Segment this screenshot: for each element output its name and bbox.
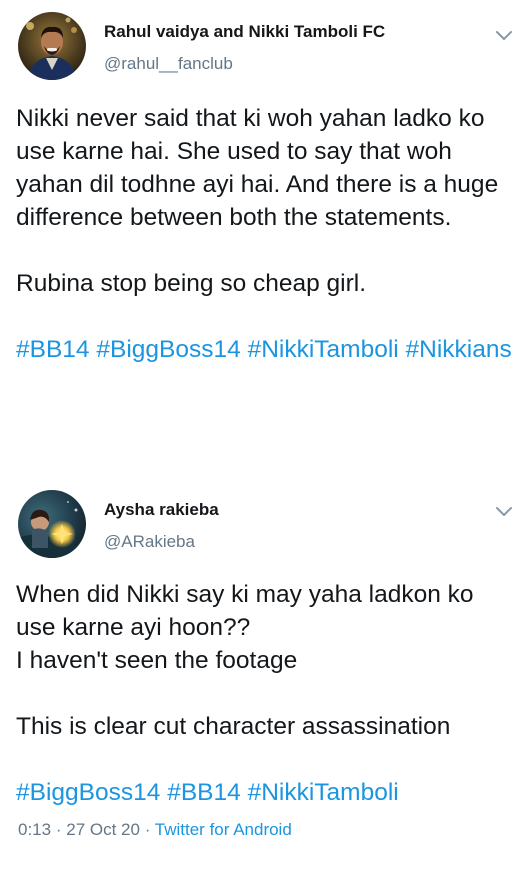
user-handle[interactable]: @ARakieba (104, 532, 195, 552)
meta-separator: · (55, 820, 62, 839)
hashtag-link[interactable]: #BiggBoss14 (16, 779, 160, 806)
tweet-time[interactable]: 0:13 (18, 820, 51, 839)
hashtag-link[interactable]: #BB14 (16, 336, 90, 363)
chevron-down-icon[interactable] (495, 506, 513, 518)
tweet-paragraph: This is clear cut character assassinatio… (16, 713, 451, 740)
tweet-paragraph: Nikki never said that ki woh yahan ladko… (16, 105, 499, 231)
hashtag-link[interactable]: #NikkiTamboli (248, 779, 399, 806)
display-name[interactable]: Rahul vaidya and Nikki Tamboli FC (104, 22, 385, 42)
hashtag-link[interactable]: #BB14 (167, 779, 241, 806)
hashtag-link[interactable]: #NikkiTamboli (248, 336, 399, 363)
avatar[interactable] (18, 12, 86, 80)
tweet-text: Nikki never said that ki woh yahan ladko… (16, 102, 516, 366)
hashtag-line: #BB14 #BiggBoss14 #NikkiTamboli #Nikkian… (16, 333, 516, 366)
tweet-paragraph: Rubina stop being so cheap girl. (16, 270, 367, 297)
tweet-paragraph: When did Nikki say ki may yaha ladkon ko… (16, 581, 474, 641)
tweet-paragraph: I haven't seen the footage (16, 647, 298, 674)
tweet-client-link[interactable]: Twitter for Android (155, 820, 292, 839)
tweet-text: When did Nikki say ki may yaha ladkon ko… (16, 578, 516, 809)
profile-illustration-icon (18, 490, 86, 558)
tweet-metadata: 0:13 · 27 Oct 20 · Twitter for Android (18, 820, 292, 840)
hashtag-line: #BiggBoss14 #BB14 #NikkiTamboli (16, 776, 516, 809)
chevron-down-icon[interactable] (495, 30, 513, 42)
tweet-date[interactable]: 27 Oct 20 (66, 820, 140, 839)
display-name[interactable]: Aysha rakieba (104, 500, 219, 520)
hashtag-link[interactable]: #Nikkians (406, 336, 512, 363)
hashtag-link[interactable]: #BiggBoss14 (96, 336, 240, 363)
avatar[interactable] (18, 490, 86, 558)
profile-photo-icon (18, 12, 86, 80)
meta-separator: · (144, 820, 151, 839)
user-handle[interactable]: @rahul__fanclub (104, 54, 233, 74)
